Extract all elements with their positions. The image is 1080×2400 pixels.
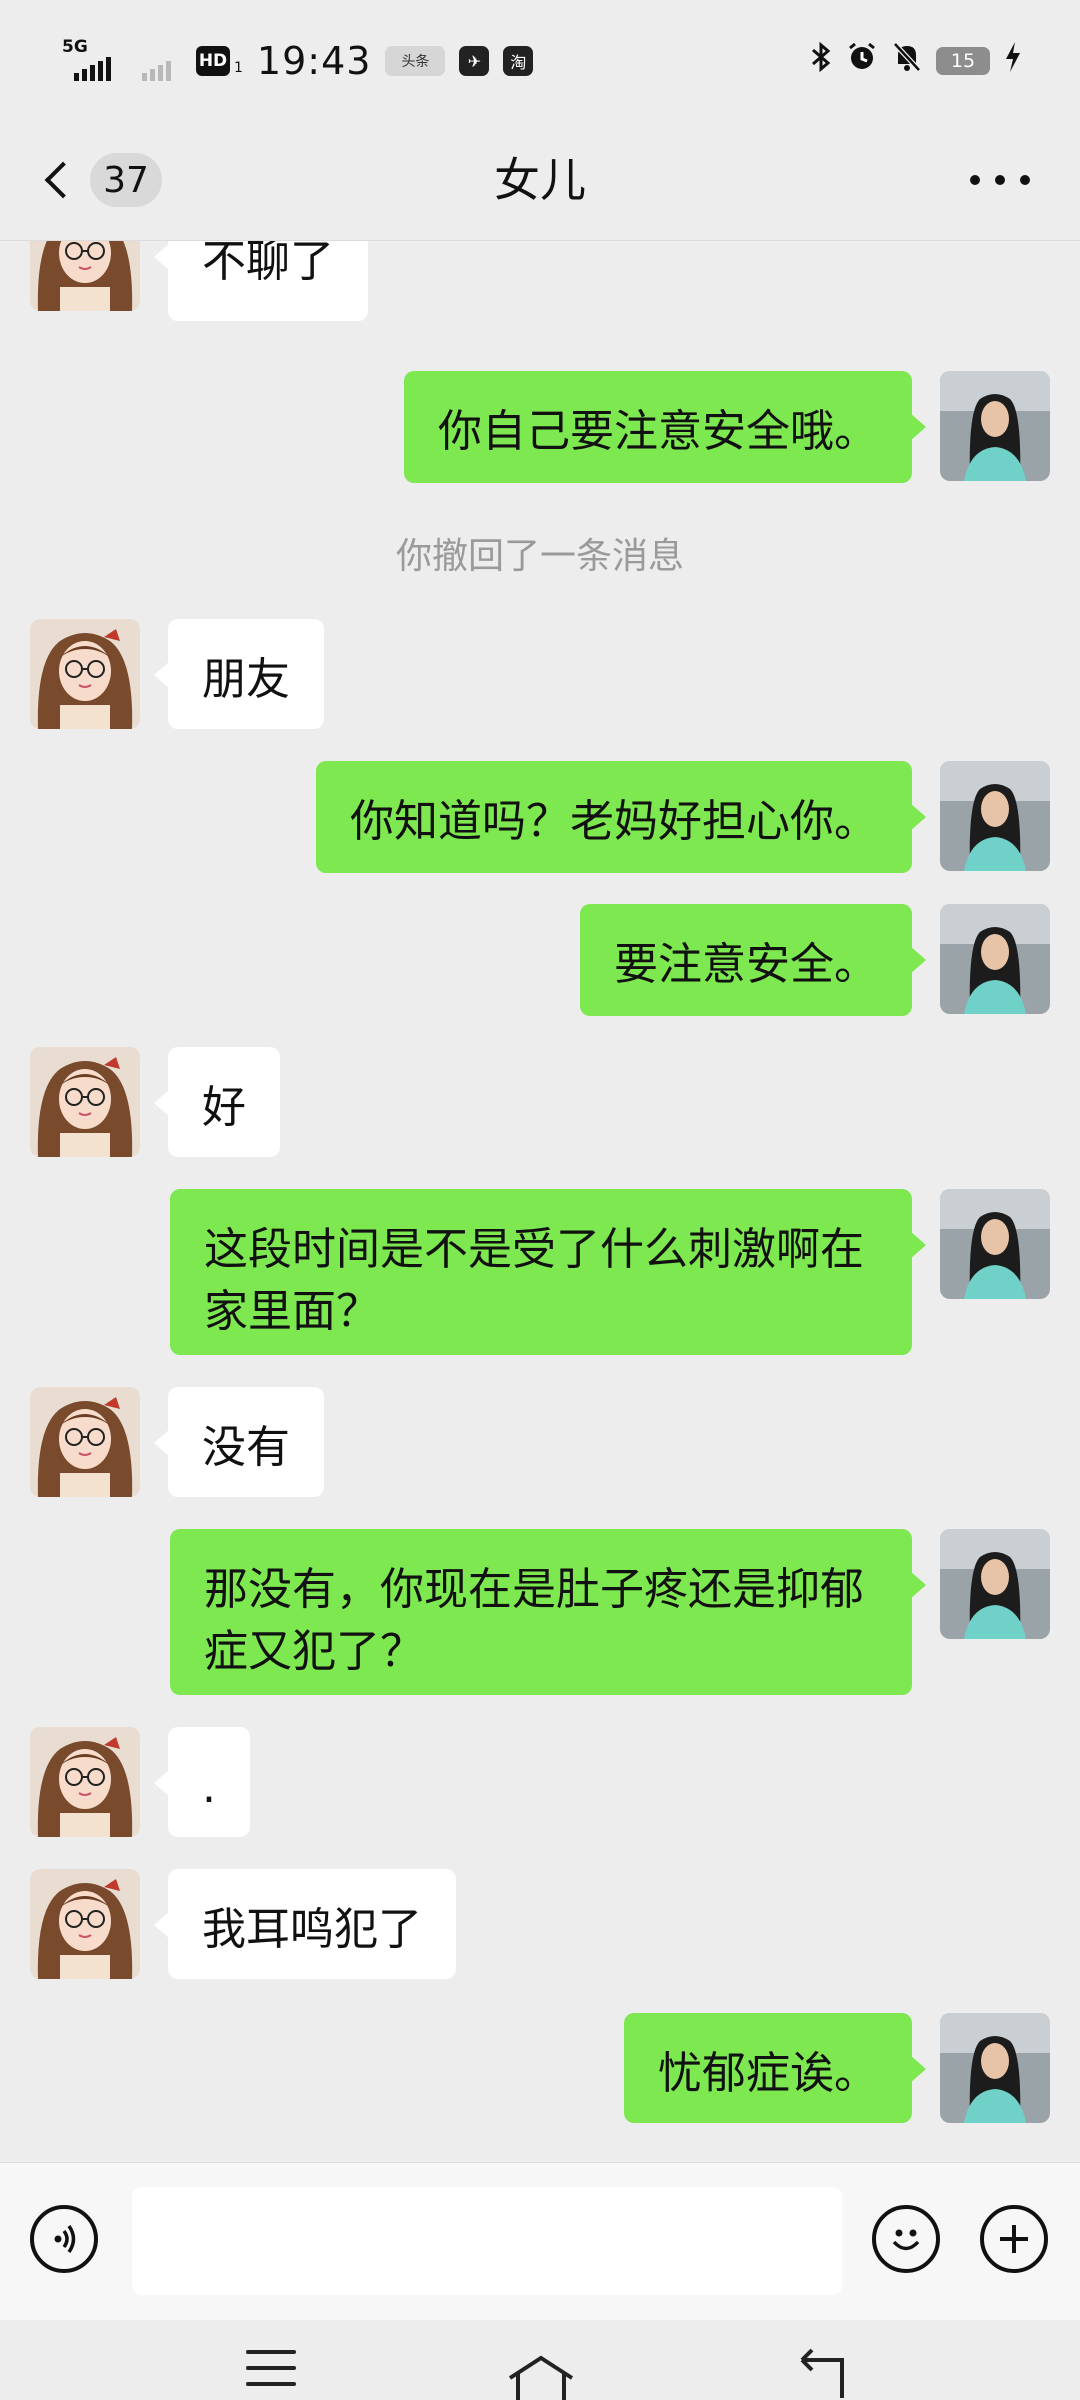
status-bar: 5G HD 1 19:43 头条 ✈ 淘 15 (0, 0, 1080, 120)
daughter-avatar[interactable] (30, 619, 140, 729)
daughter-avatar[interactable] (30, 241, 140, 311)
daughter-avatar[interactable] (30, 1047, 140, 1157)
status-right: 15 (810, 38, 1022, 84)
clock: 19:43 (256, 39, 372, 83)
system-navigation-bar (0, 2320, 1080, 2400)
recall-notice: 你撤回了一条消息 (395, 536, 684, 577)
charging-icon (1004, 41, 1022, 81)
outgoing-message-bubble[interactable]: 你自己要注意安全哦。 (404, 371, 926, 483)
telegram-app-icon: ✈ (459, 46, 490, 76)
chat-title: 女儿 (494, 153, 586, 207)
incoming-message-bubble[interactable]: 不聊了 (154, 241, 368, 321)
emoji-button[interactable] (872, 2205, 940, 2273)
more-options-button[interactable] (970, 172, 1030, 188)
bluetooth-icon (810, 41, 832, 81)
incoming-message-bubble[interactable]: 我耳鸣犯了 (154, 1869, 456, 1979)
incoming-message-bubble[interactable]: 没有 (154, 1387, 324, 1497)
secondary-signal-icon (128, 39, 182, 83)
more-dots-icon (970, 175, 980, 185)
outgoing-message-bubble[interactable]: 要注意安全。 (580, 904, 926, 1016)
battery-icon: 15 (936, 47, 990, 75)
home-button[interactable] (506, 2354, 576, 2400)
recent-apps-button[interactable] (246, 2350, 296, 2390)
outgoing-message-bubble[interactable]: 你知道吗？老妈好担心你。 (316, 761, 926, 873)
plus-icon (1000, 2225, 1028, 2253)
daughter-avatar[interactable] (30, 1727, 140, 1837)
daughter-avatar[interactable] (30, 1869, 140, 1979)
mute-bell-icon (892, 41, 922, 81)
toutiao-app-icon: 头条 (385, 46, 446, 76)
message-input[interactable] (132, 2187, 842, 2295)
alarm-icon (846, 41, 878, 81)
voice-button[interactable] (30, 2205, 98, 2273)
more-functions-button[interactable] (980, 2205, 1048, 2273)
my-avatar[interactable] (940, 1529, 1050, 1639)
incoming-message-bubble[interactable]: 好 (154, 1047, 280, 1157)
my-avatar[interactable] (940, 371, 1050, 481)
home-icon (508, 2355, 574, 2400)
cellular-signal-icon: 5G (60, 37, 114, 83)
message-list[interactable]: 不聊了 你自己要注意安全哦。 你撤回了一条消息 朋友 你知道吗？老妈好担心你。 … (0, 241, 1080, 2161)
chat-header: 37 女儿 (0, 120, 1080, 241)
emoji-icon (892, 2229, 920, 2251)
my-avatar[interactable] (940, 904, 1050, 1014)
my-avatar[interactable] (940, 761, 1050, 871)
outgoing-message-bubble[interactable]: 那没有，你现在是肚子疼还是抑郁症又犯了？ (170, 1529, 926, 1695)
my-avatar[interactable] (940, 1189, 1050, 1299)
input-bar (0, 2162, 1080, 2321)
system-back-button[interactable] (798, 2348, 852, 2398)
incoming-message-bubble[interactable]: . (154, 1727, 250, 1837)
status-left: 5G HD 1 19:43 头条 ✈ 淘 (60, 36, 534, 86)
outgoing-message-bubble[interactable]: 忧郁症诶。 (624, 2013, 926, 2123)
back-arrow-icon (800, 2348, 844, 2398)
my-avatar[interactable] (940, 2013, 1050, 2123)
hd-voice-icon: HD (196, 46, 230, 76)
outgoing-message-bubble[interactable]: 这段时间是不是受了什么刺激啊在家里面？ (170, 1189, 926, 1355)
network-type-label: 5G (62, 37, 88, 57)
taobao-app-icon: 淘 (503, 46, 534, 76)
hd-sub-label: 1 (234, 60, 243, 76)
daughter-avatar[interactable] (30, 1387, 140, 1497)
voice-icon (54, 2225, 76, 2253)
chat-screen: 5G HD 1 19:43 头条 ✈ 淘 15 37 女儿 不聊了 你自己要注意… (0, 0, 1080, 2400)
incoming-message-bubble[interactable]: 朋友 (154, 619, 324, 729)
